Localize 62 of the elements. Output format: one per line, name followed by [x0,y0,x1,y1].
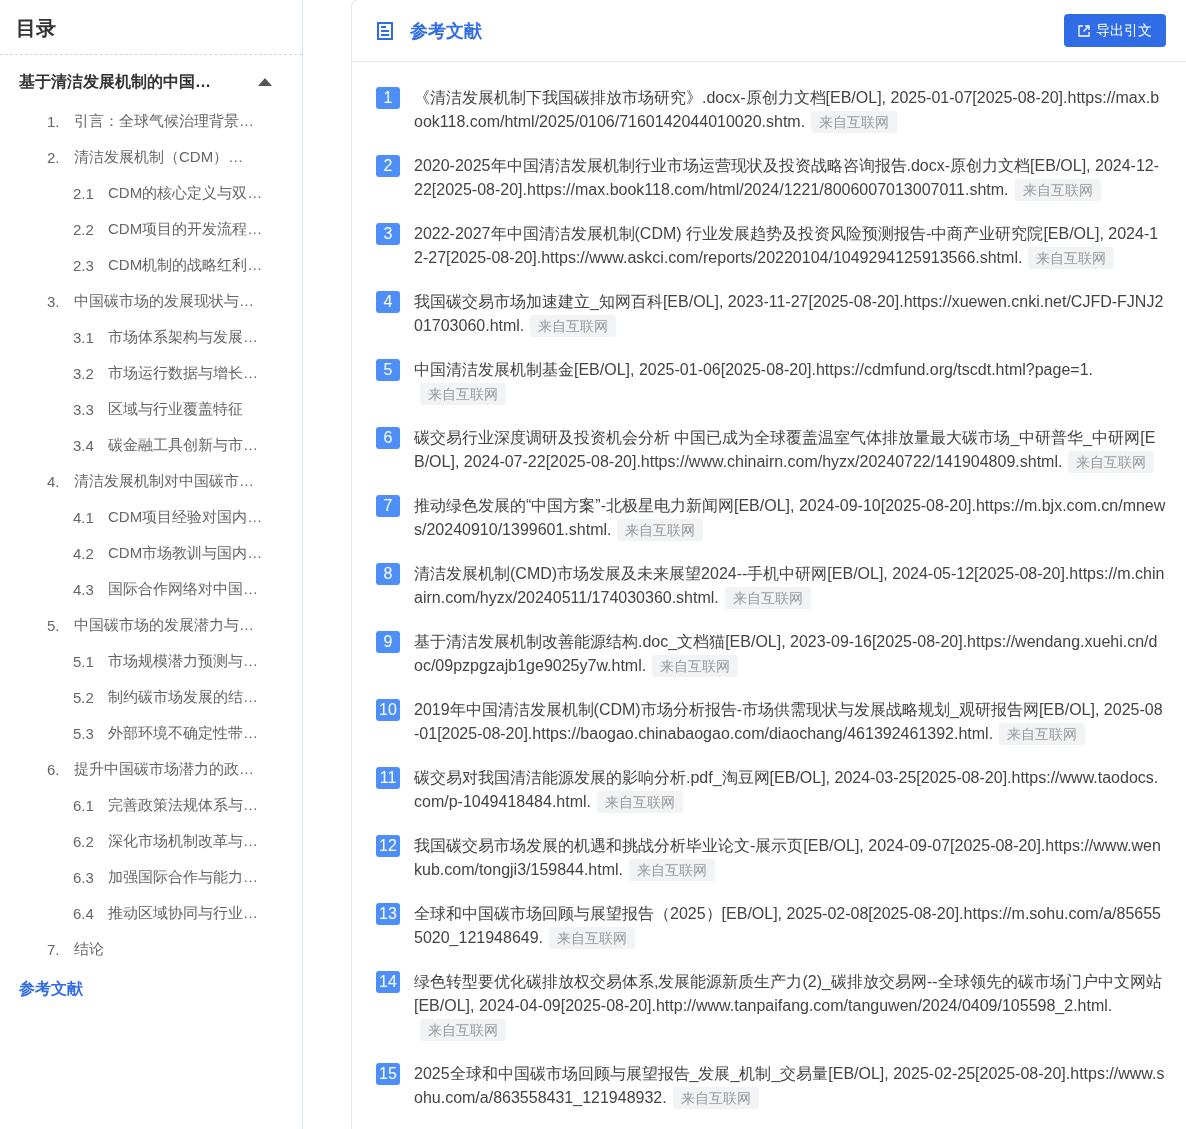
reference-text: 碳交易对我国清洁能源发展的影响分析.pdf_淘豆网[EB/OL], 2024-03-25[2025-08-20].https://www.taodocs.com/p-1049418484.html. 来自互联网 [414,766,1166,814]
toc-item[interactable]: 2.1 CDM的核心定义与双… [0,175,302,211]
reference-number: 10 [376,699,400,721]
reference-text: 2022-2027年中国清洁发展机制(CDM) 行业发展趋势及投资风险预测报告-中商产业研究院[EB/OL], 2024-12-27[2025-08-20].https://www.askci.com/reports/20220104/1049294125913566.shtml. 来自互联网 [414,222,1166,270]
reference-number: 1 [376,87,400,109]
toc-item[interactable]: 5.2 制约碳市场发展的结… [0,679,302,715]
toc-item[interactable]: 5.3 外部环境不确定性带… [0,715,302,751]
sidebar-title: 目录 [15,16,57,40]
toc-item[interactable]: 4.3 国际合作网络对中国… [0,571,302,607]
toc-book-title[interactable]: 基于清洁发展机制的中国… [0,63,302,101]
reference-number: 4 [376,291,400,313]
references-link[interactable]: 参考文献 [19,979,83,1000]
reference-number: 12 [376,835,400,857]
toc-item[interactable]: 2.3 CDM机制的战略红利… [0,247,302,283]
toc-item[interactable]: 6.1 完善政策法规体系与… [0,787,302,823]
caret-icon [258,78,272,86]
toc-item[interactable]: 4.2 CDM市场教训与国内… [0,535,302,571]
toc-item[interactable]: 3.4 碳金融工具创新与市… [0,427,302,463]
toc-item[interactable]: 6.4 推动区域协同与行业… [0,895,302,931]
reference-text: 清洁发展机制(CMD)市场发展及未来展望2024--手机中研网[EB/OL], 2024-05-12[2025-08-20].https://m.chinairn.com/hyzx/20240511/174030360.shtml. 来自互联网 [414,562,1166,610]
toc-item[interactable]: 1. 引言：全球气候治理背景… [0,103,302,139]
reference-text: 我国碳交易市场加速建立_知网百科[EB/OL], 2023-11-27[2025-08-20].https://xuewen.cnki.net/CJFD-FJNJ201703060.html. 来自互联网 [414,290,1166,338]
reference-text: 推动绿色发展的“中国方案”-北极星电力新闻网[EB/OL], 2024-09-10[2025-08-20].https://m.bjx.com.cn/mnews/20240910/1399601.shtml. 来自互联网 [414,494,1166,542]
toc-item[interactable]: 6. 提升中国碳市场潜力的政… [0,751,302,787]
reference-text: 碳交易行业深度调研及投资机会分析 中国已成为全球覆盖温室气体排放量最大碳市场_中研普华_中研网[EB/OL], 2024-07-22[2025-08-20].https://www.chinairn.com/hyzx/20240722/141904809.shtml. 来自互联网 [414,426,1166,474]
reference-text: 中国清洁发展机制基金[EB/OL], 2025-01-06[2025-08-20].https://cdmfund.org/tscdt.html?page=1. 来自互联网 [414,358,1166,406]
panel-title: 参考文献 [410,19,483,43]
toc-item[interactable]: 5. 中国碳市场的发展潜力与… [0,607,302,643]
reference-number: 14 [376,971,400,993]
reference-text: 全球和中国碳市场回顾与展望报告（2025）[EB/OL], 2025-02-08[2025-08-20].https://m.sohu.com/a/856555020_121948649. 来自互联网 [414,902,1166,950]
reference-number: 2 [376,155,400,177]
reference-text: 2020-2025年中国清洁发展机制行业市场运营现状及投资战略咨询报告.docx-原创力文档[EB/OL], 2024-12-22[2025-08-20].https://max.book118.com/html/2024/1221/8006007013007011.shtm. 来自互联网 [414,154,1166,202]
toc-item[interactable]: 2.2 CDM项目的开发流程… [0,211,302,247]
export-button[interactable]: 导出引文 [1064,14,1166,47]
reference-number: 7 [376,495,400,517]
document-icon [376,21,394,40]
reference-text: 基于清洁发展机制改善能源结构.doc_文档猫[EB/OL], 2023-09-16[2025-08-20].https://wendang.xuehi.cn/doc/09pzpgzajb1ge9025y7w.html. 来自互联网 [414,630,1166,678]
toc-item[interactable]: 4.1 CDM项目经验对国内… [0,499,302,535]
toc-item[interactable]: 3.2 市场运行数据与增长… [0,355,302,391]
toc-item[interactable]: 4. 清洁发展机制对中国碳市… [0,463,302,499]
toc-item[interactable]: 3. 中国碳市场的发展现状与… [0,283,302,319]
reference-number: 11 [376,767,400,789]
toc-item[interactable]: 2. 清洁发展机制（CDM）… [0,139,302,175]
reference-text: 《清洁发展机制下我国碳排放市场研究》.docx-原创力文档[EB/OL], 2025-01-07[2025-08-20].https://max.book118.com/html/2025/0106/7160142044010020.shtm. 来自互联网 [414,86,1166,134]
reference-number: 6 [376,427,400,449]
reference-text: 我国碳交易市场发展的机遇和挑战分析毕业论文-展示页[EB/OL], 2024-09-07[2025-08-20].https://www.wenkub.com/tongji3/159844.html. 来自互联网 [414,834,1166,882]
toc-item[interactable]: 3.1 市场体系架构与发展… [0,319,302,355]
reference-number: 15 [376,1063,400,1085]
reference-number: 5 [376,359,400,381]
reference-text: 绿色转型要优化碳排放权交易体系,发展能源新质生产力(2)_碳排放交易网--全球领先的碳市场门户中文网站[EB/OL], 2024-04-09[2025-08-20].http://www.tanpaifang.com/tanguwen/2024/0409/105598_2.html. 来自互联网 [414,970,1166,1042]
reference-text: 2025全球和中国碳市场回顾与展望报告_发展_机制_交易量[EB/OL], 2025-02-25[2025-08-20].https://www.sohu.com/a/863558431_121948932. 来自互联网 [414,1062,1166,1110]
toc-item[interactable]: 7. 结论 [0,931,302,967]
reference-text: 2019年中国清洁发展机制(CDM)市场分析报告-市场供需现状与发展战略规划_观研报告网[EB/OL], 2025-08-01[2025-08-20].https://baogao.chinabaogao.com/diaochang/461392461392.html. 来自互联网 [414,698,1166,746]
reference-number: 3 [376,223,400,245]
toc-item[interactable]: 6.3 加强国际合作与能力… [0,859,302,895]
reference-number: 9 [376,631,400,653]
reference-number: 13 [376,903,400,925]
toc-item[interactable]: 6.2 深化市场机制改革与… [0,823,302,859]
reference-number: 8 [376,563,400,585]
toc-item[interactable]: 5.1 市场规模潜力预测与… [0,643,302,679]
export-icon [1078,24,1090,37]
toc-item[interactable]: 3.3 区域与行业覆盖特征 [0,391,302,427]
